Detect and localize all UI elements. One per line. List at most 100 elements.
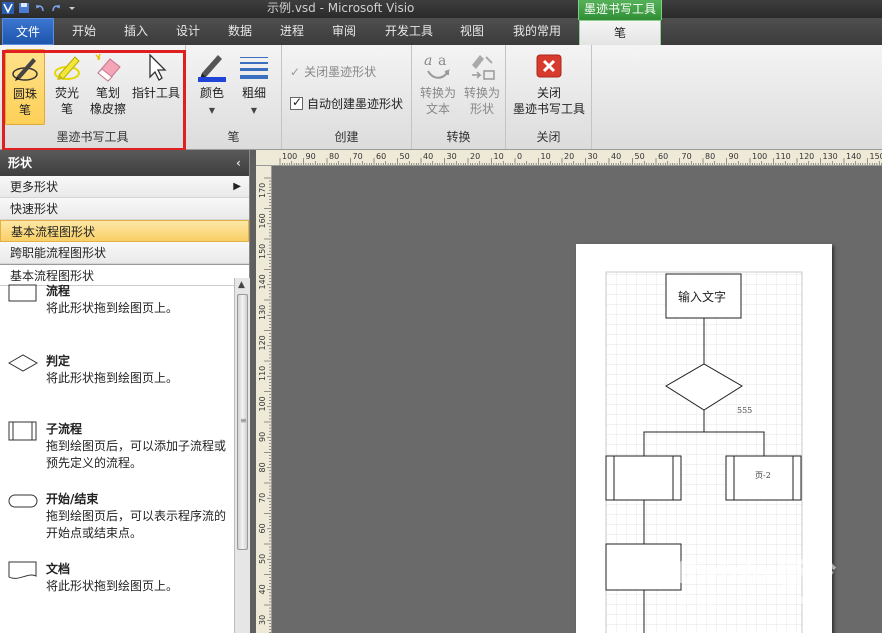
vertical-ruler-ticks: 170 160 150 140 130 120 110 100 90 80 70 60 50 40 30 — [258, 177, 271, 633]
color-dropdown-arrow-icon: ▼ — [208, 106, 216, 115]
redo-icon[interactable] — [50, 2, 62, 14]
ruler-tick-label: 140 — [258, 274, 267, 289]
process-box-2[interactable] — [605, 543, 682, 591]
horizontal-ruler-ticks: 100 90 80 70 60 50 40 30 20 10 0 10 20 30 40 50 60 70 80 90… — [279, 152, 882, 165]
ruler-tick-label: 90 — [258, 432, 267, 442]
ruler-tick-label: 40 — [258, 584, 267, 594]
pen-weight-button[interactable]: 粗细 ▼ — [236, 49, 272, 125]
convert-to-shape-button[interactable]: 转换为 形状 — [460, 49, 504, 125]
ruler-tick-label: 110 — [776, 152, 791, 161]
stencil-basic-flowchart[interactable]: 基本流程图形状 — [0, 220, 249, 242]
tab-data[interactable]: 数据 — [218, 18, 262, 45]
ruler-tick-label: 50 — [400, 152, 410, 161]
visio-logo-icon[interactable] — [2, 2, 14, 14]
stencil-master-list: 流程 将此形状拖到绘图页上。 判定 将此形状拖到绘图页上。 子流程 拖到绘图页后… — [0, 278, 234, 633]
ruler-tick-label: 170 — [258, 183, 267, 198]
ruler-tick-label: 60 — [376, 152, 386, 161]
decision-label: 555 — [737, 406, 753, 415]
group-label-create: 创建 — [334, 130, 359, 144]
group-label-pen: 笔 — [227, 130, 240, 144]
ruler-tick-label: 0 — [517, 152, 522, 161]
vertical-ruler: 170 160 150 140 130 120 110 100 90 80 70 60 50 40 30 — [256, 166, 272, 633]
tab-file[interactable]: 文件 — [2, 18, 54, 45]
pointer-arrow-icon — [140, 51, 172, 83]
highlighter-button[interactable]: 荧光 笔 — [48, 49, 86, 125]
ruler-tick-label: 50 — [258, 554, 267, 564]
group-label-convert: 转换 — [446, 130, 471, 144]
scroll-up-arrow-icon[interactable]: ▲ — [238, 280, 245, 290]
tab-home[interactable]: 开始 — [62, 18, 106, 45]
pointer-tool-button[interactable]: 指针工具 — [130, 49, 182, 125]
auto-create-checkbox[interactable] — [290, 95, 303, 110]
ruler-tick-label: 50 — [635, 152, 645, 161]
highlighter-icon — [51, 51, 83, 83]
contextual-tab-header: 墨迹书写工具 — [578, 0, 662, 20]
tab-design[interactable]: 设计 — [166, 18, 210, 45]
master-start-end[interactable]: 开始/结束 拖到绘图页后，可以表示程序流的开始点或结束点。 — [0, 486, 234, 558]
ruler-tick-label: 80 — [329, 152, 339, 161]
group-create: ✓ 关闭墨迹形状 自动创建墨迹形状 创建 — [282, 45, 412, 149]
master-decision[interactable]: 判定 将此形状拖到绘图页上。 — [0, 348, 234, 418]
ruler-tick-label: 150 — [258, 244, 267, 259]
customize-qat-icon[interactable] — [66, 2, 78, 14]
ruler-tick-label: 40 — [611, 152, 621, 161]
ruler-tick-label: 100 — [752, 152, 767, 161]
process-box-1-text: 输入文字 — [678, 290, 727, 304]
ruler-tick-label: 120 — [258, 335, 267, 350]
ruler-tick-label: 140 — [846, 152, 861, 161]
checkmark-icon: ✓ — [290, 64, 301, 79]
subprocess-box[interactable] — [605, 455, 682, 501]
master-document[interactable]: 文档 将此形状拖到绘图页上。 — [0, 556, 234, 626]
stencil-cross-functional[interactable]: 跨职能流程图形状 — [0, 242, 249, 264]
tab-review[interactable]: 审阅 — [322, 18, 366, 45]
chevron-right-icon: ▶ — [233, 181, 241, 192]
group-ink-tools: 圆珠 笔 荧光 笔 笔划 橡皮擦 指针工具 墨迹书写工具 — [0, 45, 186, 149]
tab-insert[interactable]: 插入 — [114, 18, 158, 45]
group-label-ink-tools: 墨迹书写工具 — [56, 130, 129, 144]
ruler-tick-label: 160 — [258, 213, 267, 228]
weight-dropdown-arrow-icon: ▼ — [250, 106, 258, 115]
close-ink-tools-button[interactable]: 关闭 墨迹书写工具 — [510, 49, 588, 125]
tab-view[interactable]: 视图 — [450, 18, 494, 45]
horizontal-ruler: 100 90 80 70 60 50 40 30 20 10 0 10 20 30 40 50 60 70 80 90… — [256, 150, 882, 166]
close-ink-shape-option[interactable]: ✓ 关闭墨迹形状 — [290, 63, 376, 80]
ruler-tick-label: 70 — [258, 493, 267, 503]
tab-developer[interactable]: 开发工具 — [378, 18, 440, 45]
group-convert: aa 转换为 文本 转换为 形状 转换 — [412, 45, 506, 149]
eraser-icon — [92, 51, 124, 83]
convert-to-text-icon: aa — [422, 51, 454, 83]
tab-my-favorites[interactable]: 我的常用 — [506, 18, 568, 45]
master-process[interactable]: 流程 将此形状拖到绘图页上。 — [0, 278, 234, 348]
svg-text:a: a — [438, 53, 446, 69]
ribbon: 圆珠 笔 荧光 笔 笔划 橡皮擦 指针工具 墨迹书写工具 颜色 ▼ 粗细 ▼ 笔… — [0, 45, 882, 150]
tab-pen[interactable]: 笔 — [579, 20, 661, 45]
auto-create-ink-shape-option[interactable]: 自动创建墨迹形状 — [290, 95, 403, 112]
pen-color-button[interactable]: 颜色 ▼ — [194, 49, 230, 125]
stencil-quick-shapes[interactable]: 快速形状 — [0, 198, 249, 220]
more-shapes-menu[interactable]: 更多形状 ▶ — [0, 176, 249, 198]
scroll-grip-icon: ≡ — [240, 416, 247, 425]
close-red-x-icon — [533, 51, 565, 83]
terminator-shape-icon — [8, 490, 38, 512]
ruler-tick-label: 30 — [588, 152, 598, 161]
pen-color-icon — [196, 51, 228, 83]
convert-to-text-button[interactable]: aa 转换为 文本 — [416, 49, 460, 125]
ruler-tick-label: 60 — [658, 152, 668, 161]
stencil-scrollbar[interactable]: ▲ ≡ — [234, 278, 250, 633]
master-subprocess[interactable]: 子流程 拖到绘图页后，可以添加子流程或预先定义的流程。 — [0, 416, 234, 488]
ruler-tick-label: 120 — [799, 152, 814, 161]
undo-icon[interactable] — [34, 2, 46, 14]
group-label-close: 关闭 — [536, 130, 561, 144]
stroke-eraser-button[interactable]: 笔划 橡皮擦 — [88, 49, 128, 125]
ruler-tick-label: 130 — [823, 152, 838, 161]
ballpoint-pen-icon — [9, 52, 41, 84]
ruler-tick-label: 130 — [258, 305, 267, 320]
ruler-tick-label: 90 — [729, 152, 739, 161]
collapse-pane-icon[interactable]: ‹ — [236, 150, 241, 176]
tab-process[interactable]: 进程 — [270, 18, 314, 45]
quick-access-toolbar — [0, 0, 78, 16]
decision-diamond-icon — [8, 352, 38, 374]
save-icon[interactable] — [18, 2, 30, 14]
ballpoint-pen-button[interactable]: 圆珠 笔 — [5, 49, 45, 125]
group-pen: 颜色 ▼ 粗细 ▼ 笔 — [186, 45, 282, 149]
